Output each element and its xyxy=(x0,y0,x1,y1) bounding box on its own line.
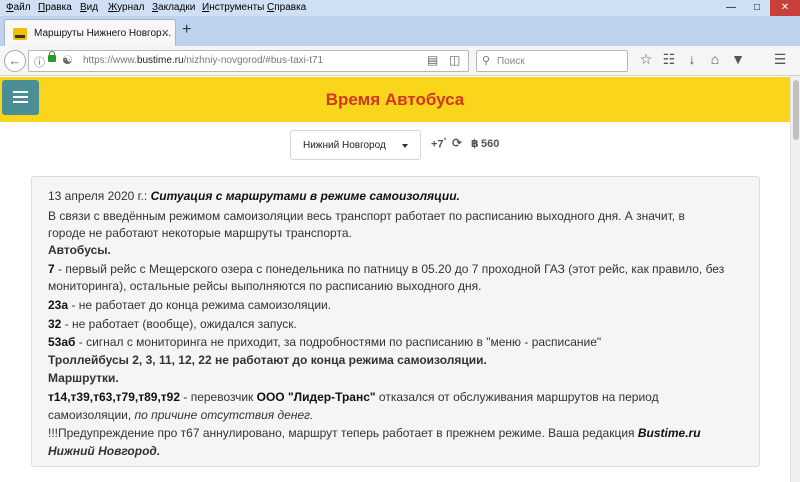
tab-bustime[interactable]: Маршруты Нижнего Новгор… × xyxy=(4,19,176,46)
reader-icon[interactable]: ▤ xyxy=(427,53,438,67)
tab-strip: Маршруты Нижнего Новгор… × + xyxy=(0,16,800,46)
bookmark-star-icon[interactable]: ☆ xyxy=(636,51,656,68)
back-icon[interactable]: ← xyxy=(4,50,26,72)
window-controls: — □ ✕ xyxy=(718,0,800,16)
refresh-icon[interactable]: ⟳ xyxy=(452,136,462,150)
page-scrollbar[interactable] xyxy=(790,76,800,482)
route-number: 32 xyxy=(48,317,62,331)
route-32-line: 32 - не работает (вообще), ожидался запу… xyxy=(48,317,297,331)
menu-file[interactable]: Файл xyxy=(6,2,31,13)
screenshot-icon[interactable]: ◫ xyxy=(449,53,460,67)
notice-date: 13 апреля 2020 г.: xyxy=(48,189,148,203)
route-text: - не работает (вообще), ожидался запуск. xyxy=(61,317,297,331)
notice-intro-2: городе не работают некоторые маршруты тр… xyxy=(48,226,352,240)
notice-headline: Ситуация с маршрутами в режиме самоизоля… xyxy=(150,189,460,203)
coin-balance[interactable]: 560 xyxy=(481,138,499,150)
timezone-label: +7° xyxy=(431,138,447,151)
route-23a-line: 23а - не работает до конца режима самоиз… xyxy=(48,298,331,312)
menu-edit[interactable]: Правка xyxy=(38,2,72,13)
menu-bar: Файл Правка Вид Журнал Закладки Инструме… xyxy=(0,0,800,16)
notice-panel: 13 апреля 2020 г.: Ситуация с маршрутами… xyxy=(31,176,760,467)
info-icon[interactable]: ⓘ xyxy=(34,54,45,70)
notice-date-line: 13 апреля 2020 г.: Ситуация с маршрутами… xyxy=(48,189,460,203)
chevron-down-icon xyxy=(402,144,408,148)
minibus-line-2: самоизоляции, по причине отсутствия дене… xyxy=(48,408,314,422)
site-header: Время Автобуса xyxy=(0,77,790,122)
minimize-button[interactable]: — xyxy=(718,0,744,16)
url-bar[interactable]: ⓘ ☯ https://www.bustime.ru/nizhniy-novgo… xyxy=(28,50,469,72)
download-icon[interactable]: ↓ xyxy=(682,51,702,67)
minibus-routes: т14,т39,т63,т79,т89,т92 xyxy=(48,390,181,404)
menu-history[interactable]: Журнал xyxy=(108,2,145,13)
route-7-line: 7 - первый рейс с Мещерского озера с пон… xyxy=(48,262,724,276)
signature-city: Нижний Новгород. xyxy=(48,444,161,458)
menu-bookmarks[interactable]: Закладки xyxy=(152,2,195,13)
search-icon: ⚲ xyxy=(482,55,491,67)
maximize-button[interactable]: □ xyxy=(744,0,770,16)
menu-view[interactable]: Вид xyxy=(80,2,98,13)
trolleybus-line: Троллейбусы 2, 3, 11, 12, 22 не работают… xyxy=(48,353,487,367)
route-53ab-line: 53аб - сигнал с мониторинга не приходит,… xyxy=(48,335,601,349)
city-select[interactable]: Нижний Новгород xyxy=(290,130,421,160)
pocket-icon[interactable]: ▼ xyxy=(728,51,748,67)
buses-heading: Автобусы. xyxy=(48,243,111,257)
menu-help[interactable]: Справка xyxy=(267,2,306,13)
lock-icon[interactable] xyxy=(48,51,56,62)
notice-intro-1: В связи с введённым режимом самоизоляции… xyxy=(48,209,685,223)
route-number: 7 xyxy=(48,262,55,276)
hamburger-icon[interactable]: ☰ xyxy=(770,51,790,68)
site-title[interactable]: Время Автобуса xyxy=(0,90,790,110)
menu-tools[interactable]: Инструменты xyxy=(202,2,264,13)
home-icon[interactable]: ⌂ xyxy=(705,51,725,67)
tab-title: Маршруты Нижнего Новгор… xyxy=(34,28,172,39)
route-number: 23а xyxy=(48,298,69,312)
tab-close-icon[interactable]: × xyxy=(161,25,169,40)
city-selected-value: Нижний Новгород xyxy=(303,140,386,151)
close-window-button[interactable]: ✕ xyxy=(770,0,800,16)
nav-bar: ← ⓘ ☯ https://www.bustime.ru/nizhniy-nov… xyxy=(0,46,800,76)
route-text: - не работает до конца режима самоизоляц… xyxy=(68,298,332,312)
coin-icon: ฿ xyxy=(471,138,479,150)
url-text[interactable]: https://www.bustime.ru/nizhniy-novgorod/… xyxy=(83,55,323,66)
tracking-icon[interactable]: ☯ xyxy=(62,53,73,67)
warning-line: !!!Предупреждение про т67 аннулировано, … xyxy=(48,426,701,440)
search-input[interactable]: ⚲ Поиск xyxy=(476,50,628,72)
signature-site: Bustime.ru xyxy=(637,426,701,440)
route-7-line-2: мониторинга), остальные рейсы выполняютс… xyxy=(48,279,482,293)
route-text: - сигнал с мониторинга не приходит, за п… xyxy=(75,335,602,349)
search-placeholder: Поиск xyxy=(497,56,525,67)
minibus-line: т14,т39,т63,т79,т89,т92 - перевозчик ООО… xyxy=(48,390,659,404)
scrollbar-thumb[interactable] xyxy=(793,80,799,140)
minibus-company: ООО "Лидер-Транс" xyxy=(256,390,376,404)
new-tab-button[interactable]: + xyxy=(182,21,191,39)
route-text: - первый рейс с Мещерского озера с понед… xyxy=(54,262,725,276)
minibus-reason: по причине отсутствия денег. xyxy=(134,408,314,422)
route-number: 53аб xyxy=(48,335,76,349)
library-icon[interactable]: ☷ xyxy=(659,51,679,68)
minibus-heading: Маршрутки. xyxy=(48,371,119,385)
bus-favicon-icon xyxy=(13,28,27,40)
